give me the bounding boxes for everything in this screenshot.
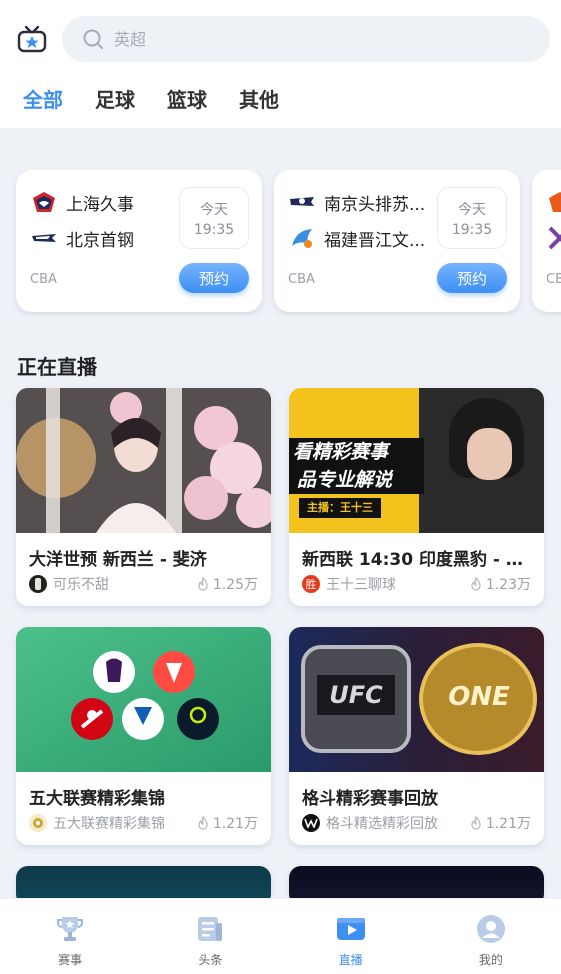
match-card[interactable]: 南京头排苏... 福建晋江文... 今天 19:35 CBA 预约 <box>274 170 520 312</box>
nav-item-events[interactable]: 赛事 <box>0 899 140 974</box>
viewer-count: 1.21万 <box>197 813 258 833</box>
viewer-count: 1.25万 <box>197 574 258 594</box>
live-card[interactable]: 大洋世预 新西兰 - 斐济 可乐不甜 1.25万 <box>16 388 271 606</box>
beijing-ducks-logo-icon <box>32 234 56 242</box>
bottom-nav: 赛事 头条 直播 我的 <box>0 898 561 974</box>
live-card[interactable]: 看精彩赛事 品专业解说 主播：王十三 新西联 14:30 印度黑豹 - 富...… <box>289 388 544 606</box>
tab-basketball[interactable]: 篮球 <box>167 84 207 113</box>
tab-all[interactable]: 全部 <box>23 84 63 113</box>
match-card[interactable]: 上海久事 北京首钢 今天 19:35 CBA 预约 <box>16 170 262 312</box>
avatar <box>29 575 47 593</box>
shanghai-sharks-logo-icon <box>33 192 55 212</box>
away-team: 福建晋江文... <box>288 224 425 252</box>
news-icon <box>198 917 223 941</box>
streamer: 胜 王十三聊球 <box>302 574 396 594</box>
category-tabs: 全部 足球 篮球 其他 <box>23 84 279 113</box>
viewer-count: 1.21万 <box>470 813 531 833</box>
fujian-sturgeons-logo-icon <box>292 229 312 248</box>
match-time: 今天 19:35 <box>179 187 249 249</box>
home-team: 上海久事 <box>30 188 134 216</box>
live-title: 新西联 14:30 印度黑豹 - 富... <box>302 550 534 570</box>
match-card[interactable]: CB <box>532 170 561 312</box>
live-card[interactable]: 五大联赛精彩集锦 五大联赛精彩集锦 1.21万 <box>16 627 271 845</box>
nav-item-profile[interactable]: 我的 <box>421 899 561 974</box>
trophy-icon <box>57 917 84 941</box>
live-card[interactable]: UFC ONE 格斗精彩赛事回放 格斗精选精彩回放 1.21万 <box>289 627 544 845</box>
stream-thumbnail: UFC ONE <box>289 627 544 772</box>
live-title: 格斗精彩赛事回放 <box>302 789 438 809</box>
avatar: 胜 <box>302 575 320 593</box>
nav-item-news[interactable]: 头条 <box>140 899 280 974</box>
stream-thumbnail <box>16 388 271 533</box>
live-title: 大洋世预 新西兰 - 斐济 <box>29 550 207 570</box>
league-label: CBA <box>288 272 315 287</box>
match-time: 今天 19:35 <box>437 187 507 249</box>
flame-icon <box>471 577 481 591</box>
nanjing-monkey-kings-logo-icon <box>290 197 314 206</box>
team-logo-icon <box>549 192 561 212</box>
flame-icon <box>198 816 208 830</box>
tab-football[interactable]: 足球 <box>95 84 135 113</box>
away-team: 北京首钢 <box>30 224 134 252</box>
section-title: 正在直播 <box>17 355 97 379</box>
home-team: 南京头排苏... <box>288 188 425 216</box>
streamer: 可乐不甜 <box>29 574 109 594</box>
stream-thumbnail: 看精彩赛事 品专业解说 主播：王十三 <box>289 388 544 533</box>
avatar <box>302 814 320 832</box>
search-input[interactable] <box>114 29 494 49</box>
live-title: 五大联赛精彩集锦 <box>29 789 165 809</box>
streamer: 格斗精选精彩回放 <box>302 813 438 833</box>
viewer-count: 1.23万 <box>470 574 531 594</box>
stream-thumbnail <box>16 627 271 772</box>
top-header: 全部 足球 篮球 其他 <box>0 0 561 128</box>
league-label: CB <box>546 272 561 287</box>
tv-icon[interactable] <box>16 24 48 56</box>
streamer: 五大联赛精彩集锦 <box>29 813 165 833</box>
flame-icon <box>471 816 481 830</box>
search-bar[interactable] <box>62 16 550 62</box>
play-icon <box>336 918 365 940</box>
league-label: CBA <box>30 272 57 287</box>
search-icon <box>83 29 103 49</box>
avatar <box>29 814 47 832</box>
tab-other[interactable]: 其他 <box>239 84 279 113</box>
book-button[interactable]: 预约 <box>437 263 507 293</box>
user-icon <box>476 915 505 943</box>
upcoming-matches[interactable]: 上海久事 北京首钢 今天 19:35 CBA 预约 南京头排苏... 福建晋江文… <box>0 170 561 316</box>
nav-item-live[interactable]: 直播 <box>281 899 421 974</box>
team-logo-icon <box>548 226 561 250</box>
flame-icon <box>198 577 208 591</box>
book-button[interactable]: 预约 <box>179 263 249 293</box>
